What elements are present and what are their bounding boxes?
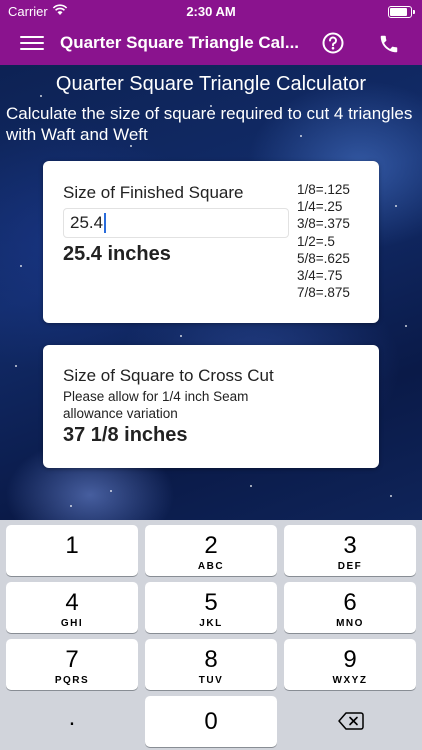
seam-allowance-note: Please allow for 1/4 inch Seam allowance… (63, 389, 249, 421)
key-9[interactable]: 9 WXYZ (284, 639, 416, 690)
cross-cut-label: Size of Square to Cross Cut (63, 366, 274, 385)
battery-icon (388, 6, 415, 18)
key-letters: JKL (199, 618, 223, 629)
nav-title: Quarter Square Triangle Cal... (60, 33, 300, 52)
key-0[interactable]: 0 (145, 696, 277, 747)
intro-text: Calculate the size of square required to… (6, 104, 413, 144)
key-digit: 3 (343, 532, 357, 559)
key-digit: 5 (204, 589, 218, 616)
finished-square-card: Size of Finished Square 25.4 inches 1/8=… (43, 161, 379, 323)
fraction-item: 1/4=.25 (297, 199, 343, 215)
numeric-keypad: 1 2 ABC 3 DEF 4 GHI 5 JKL 6 MNO 7 PQRS 8… (0, 520, 422, 750)
fraction-item: 1/8=.125 (297, 182, 350, 197)
backspace-icon (338, 712, 364, 730)
status-bar: Carrier 2:30 AM (0, 0, 422, 22)
fraction-item: 1/2=.5 (297, 233, 335, 249)
key-letters: MNO (336, 618, 364, 629)
key-2[interactable]: 2 ABC (145, 525, 277, 576)
cross-cut-card: Size of Square to Cross Cut Please allow… (43, 345, 379, 468)
key-8[interactable]: 8 TUV (145, 639, 277, 690)
key-5[interactable]: 5 JKL (145, 582, 277, 633)
key-letters: PQRS (54, 675, 90, 686)
key-digit: 6 (343, 589, 357, 616)
finished-square-label: Size of Finished Square (63, 183, 244, 202)
key-digit: 7 (65, 646, 79, 673)
finished-square-input[interactable] (63, 208, 289, 238)
key-letters: GHI (60, 618, 84, 629)
key-digit: 9 (343, 646, 357, 673)
key-digit: 8 (204, 646, 218, 673)
fraction-reference-list: 1/8=.125 1/4=.25 3/8=.375 1/2=.5 5/8=.62… (297, 181, 350, 301)
key-6[interactable]: 6 MNO (284, 582, 416, 633)
finished-square-result: 25.4 inches (63, 243, 171, 265)
key-digit: 0 (204, 708, 218, 735)
key-letters: ABC (197, 561, 225, 572)
key-digit: . (68, 704, 76, 731)
key-3[interactable]: 3 DEF (284, 525, 416, 576)
fraction-item: 7/8=.875 (297, 285, 350, 301)
help-icon[interactable] (322, 32, 344, 54)
key-letters: DEF (337, 561, 363, 572)
cross-cut-result: 37 1/8 inches (63, 424, 188, 446)
key-decimal[interactable]: . (6, 696, 138, 747)
text-caret (104, 213, 106, 233)
fraction-item: 3/4=.75 (297, 268, 343, 284)
menu-icon[interactable] (20, 34, 44, 52)
page-heading: Quarter Square Triangle Calculator (55, 73, 367, 95)
phone-icon[interactable] (378, 33, 400, 55)
fraction-item: 5/8=.625 (297, 250, 350, 266)
key-letters: WXYZ (332, 675, 368, 686)
key-letters: TUV (198, 675, 224, 686)
backspace-key[interactable] (284, 696, 416, 747)
key-4[interactable]: 4 GHI (6, 582, 138, 633)
key-digit: 4 (65, 589, 79, 616)
key-7[interactable]: 7 PQRS (6, 639, 138, 690)
key-digit: 2 (204, 532, 218, 559)
fraction-item: 3/8=.375 (297, 216, 350, 232)
nav-bar: Quarter Square Triangle Cal... (0, 22, 422, 65)
key-1[interactable]: 1 (6, 525, 138, 576)
key-digit: 1 (65, 532, 79, 559)
status-time: 2:30 AM (186, 4, 236, 19)
